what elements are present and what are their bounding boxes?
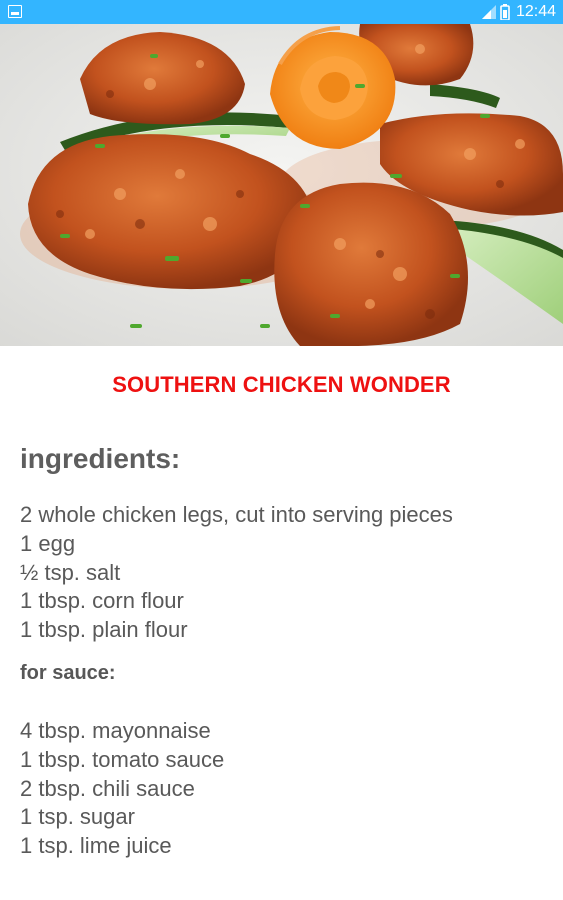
ingredient-item: 1 egg xyxy=(20,530,76,556)
ingredient-item: 1 tbsp. corn flour xyxy=(20,588,184,614)
status-icons: 12:44 xyxy=(481,0,556,24)
sauce-item: 2 tbsp. chili sauce xyxy=(20,775,195,801)
ingredient-item: 2 whole chicken legs, cut into serving p… xyxy=(20,502,453,527)
recipe-title: SOUTHERN CHICKEN WONDER xyxy=(112,372,451,397)
clock: 12:44 xyxy=(515,3,556,20)
battery-icon xyxy=(500,4,510,20)
recipe-photo xyxy=(0,24,563,346)
sauce-item: 1 tsp. sugar xyxy=(20,804,135,830)
sauce-heading: for sauce: xyxy=(20,661,116,684)
sauce-item: 1 tsp. lime juice xyxy=(20,833,172,859)
ingredients-heading: ingredients: xyxy=(20,443,181,474)
notification-icon xyxy=(8,5,22,18)
status-bar: 12:44 xyxy=(0,0,563,24)
sauce-item: 1 tbsp. tomato sauce xyxy=(20,746,225,772)
signal-icon xyxy=(481,5,496,19)
recipe-content: ingredients: 2 whole chicken legs, cut i… xyxy=(20,438,550,861)
sauce-item: 4 tbsp. mayonnaise xyxy=(20,717,211,743)
ingredient-item: 1 tbsp. plain flour xyxy=(20,617,188,643)
ingredient-item: ½ tsp. salt xyxy=(20,559,121,585)
